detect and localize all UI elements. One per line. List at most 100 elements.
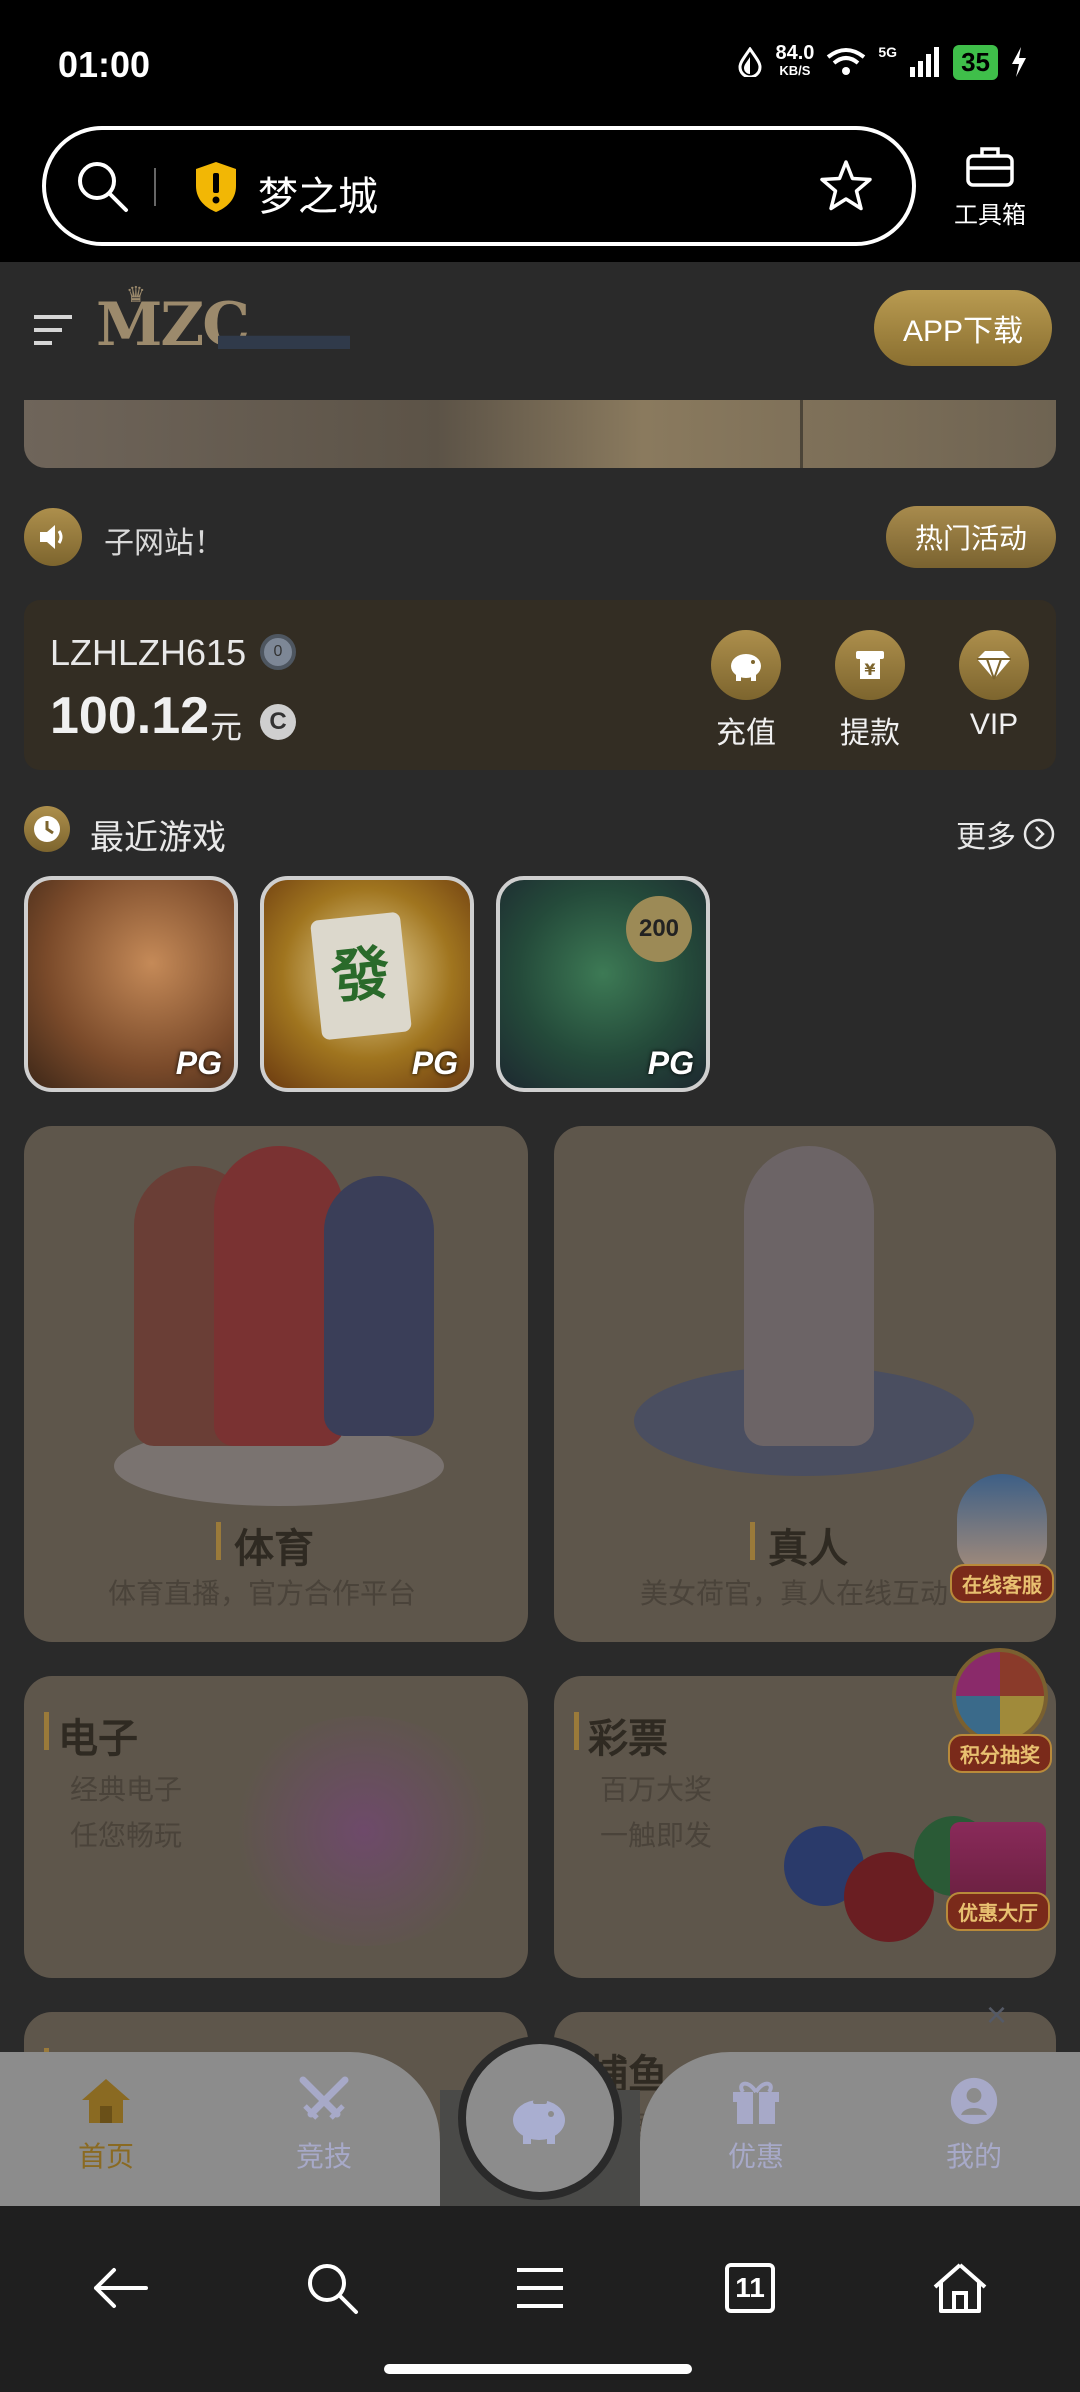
customer-service-float[interactable]: 在线客服 xyxy=(944,1474,1060,1603)
gift-box-icon xyxy=(950,1822,1046,1902)
piggy-bank-icon xyxy=(711,630,781,700)
hot-activity-button[interactable]: 热门活动 xyxy=(886,506,1056,568)
status-icons: 84.0 KB/S 5G 35 xyxy=(737,42,1028,80)
browser-url-bar: 梦之城 工具箱 xyxy=(0,110,1080,262)
more-label: 更多 xyxy=(956,821,1016,854)
withdraw-label: 提款 xyxy=(840,717,900,750)
bookmark-star-icon[interactable] xyxy=(818,158,874,214)
back-arrow-icon xyxy=(94,2268,148,2308)
status-time: 01:00 xyxy=(58,44,151,85)
url-text[interactable]: 梦之城 xyxy=(258,164,378,222)
hamburger-menu-icon xyxy=(517,2268,563,2308)
category-card-sports[interactable]: 体育 体育直播，官方合作平台 xyxy=(24,1126,528,1642)
crossed-swords-icon xyxy=(299,2076,349,2120)
chevron-right-circle-icon xyxy=(1023,818,1055,850)
toolbox-button[interactable]: 工具箱 xyxy=(940,144,1040,230)
withdraw-icon: ¥ xyxy=(835,630,905,700)
wifi-icon xyxy=(827,48,866,75)
promo-hall-label: 优惠大厅 xyxy=(946,1892,1050,1931)
points-draw-float[interactable]: 积分抽奖 xyxy=(940,1648,1060,1773)
level-badge[interactable]: 0 xyxy=(260,634,296,670)
toolbox-icon xyxy=(966,147,1014,187)
pg-badge: PG xyxy=(411,1045,458,1081)
browser-nav-bar: 11 xyxy=(0,2206,1080,2392)
withdraw-button[interactable]: ¥ 提款 xyxy=(820,630,920,752)
tab-home[interactable]: 首页 xyxy=(46,2076,166,2175)
game-tile-cowgirl[interactable]: PG xyxy=(24,876,238,1092)
search-icon[interactable] xyxy=(74,158,130,214)
app-download-button[interactable]: APP下载 xyxy=(874,290,1052,366)
home-indicator[interactable] xyxy=(384,2364,692,2374)
tab-esports-label: 竞技 xyxy=(295,2141,352,2172)
logo-wordmark: ▬▬▬ xyxy=(218,310,350,359)
gift-icon xyxy=(733,2081,779,2124)
electronic-sub2: 任您畅玩 xyxy=(70,1820,183,1851)
game-tile-mahjong[interactable]: 發 PG xyxy=(260,876,474,1092)
clock-icon xyxy=(24,806,70,852)
deposit-button[interactable]: 充值 xyxy=(696,630,796,752)
home-icon xyxy=(82,2079,130,2123)
signal-icon xyxy=(910,47,940,77)
recent-games-header: 最近游戏 更多 xyxy=(24,800,1056,857)
tab-home-label: 首页 xyxy=(77,2141,134,2172)
player-figure xyxy=(324,1176,434,1436)
shield-icon[interactable] xyxy=(192,160,240,214)
speaker-icon xyxy=(24,508,82,566)
toolbox-label: 工具箱 xyxy=(954,202,1026,229)
electronic-sub1: 经典电子 xyxy=(70,1774,183,1805)
promo-banner[interactable] xyxy=(24,400,1056,468)
tab-profile[interactable]: 我的 xyxy=(914,2076,1034,2175)
game-number-badge: 200 xyxy=(626,896,692,962)
sports-subtitle: 体育直播，官方合作平台 xyxy=(108,1578,417,1609)
points-draw-label: 积分抽奖 xyxy=(948,1734,1052,1773)
hero-illustration xyxy=(224,1716,504,1946)
deposit-label: 充值 xyxy=(716,717,776,750)
recent-games-list: PG 發 PG 200 PG xyxy=(24,876,710,1092)
vip-button[interactable]: VIP xyxy=(944,630,1044,742)
user-icon xyxy=(950,2077,998,2125)
nav-menu-button[interactable] xyxy=(500,2248,580,2328)
battery-level: 35 xyxy=(953,44,998,80)
data-saver-icon xyxy=(738,47,762,77)
promo-hall-float[interactable]: 优惠大厅 xyxy=(936,1822,1060,1931)
refresh-balance-icon[interactable]: C xyxy=(260,704,296,740)
back-button[interactable] xyxy=(80,2248,160,2328)
category-card-electronic[interactable]: 电子 经典电子 任您畅玩 xyxy=(24,1676,528,1978)
svg-text:¥: ¥ xyxy=(864,660,875,679)
dealer-figure xyxy=(744,1146,874,1446)
sports-title: 体育 xyxy=(234,1527,314,1571)
home-outline-icon xyxy=(933,2263,987,2313)
signal-label: 5G xyxy=(878,44,898,60)
menu-icon[interactable] xyxy=(32,312,74,348)
recent-games-title: 最近游戏 xyxy=(90,819,226,857)
tab-esports[interactable]: 竞技 xyxy=(264,2076,384,2175)
nav-search-button[interactable] xyxy=(292,2248,372,2328)
url-field[interactable]: 梦之城 xyxy=(42,126,916,246)
net-speed: 84.0 KB/S xyxy=(775,42,815,78)
vip-label: VIP xyxy=(969,708,1019,741)
pg-badge: PG xyxy=(175,1045,222,1081)
tab-promotions[interactable]: 优惠 xyxy=(696,2076,816,2175)
mahjong-tile: 發 xyxy=(309,911,413,1041)
lottery-sub1: 百万大奖 xyxy=(600,1774,713,1805)
site-header: ♛ MZC ▬▬▬ APP下载 xyxy=(0,262,1080,400)
close-icon[interactable]: × xyxy=(986,1994,1007,2036)
game-tile-dragon[interactable]: 200 PG xyxy=(496,876,710,1092)
search-icon xyxy=(308,2264,358,2314)
tab-count: 11 xyxy=(725,2263,775,2313)
tabs-button[interactable]: 11 xyxy=(710,2248,790,2328)
more-link[interactable]: 更多 xyxy=(956,812,1056,856)
center-deposit-button[interactable] xyxy=(458,2036,622,2200)
balance-unit: 元 xyxy=(210,709,243,745)
browser-home-button[interactable] xyxy=(920,2248,1000,2328)
account-card: LZHLZH615 0 100.12 元 C 充值 ¥ 提款 VIP xyxy=(24,600,1056,770)
tab-profile-label: 我的 xyxy=(945,2141,1002,2172)
url-separator xyxy=(154,168,156,206)
customer-service-label: 在线客服 xyxy=(950,1564,1054,1603)
diamond-icon xyxy=(959,630,1029,700)
pg-badge: PG xyxy=(647,1045,694,1081)
notice-marquee: 子网站！ 热门活动 xyxy=(24,506,1056,570)
web-page: ♛ MZC ▬▬▬ APP下载 子网站！ 热门活动 LZHLZH615 0 10… xyxy=(0,262,1080,2206)
balance-value: 100.12 xyxy=(50,687,210,745)
charging-icon xyxy=(1012,47,1026,77)
